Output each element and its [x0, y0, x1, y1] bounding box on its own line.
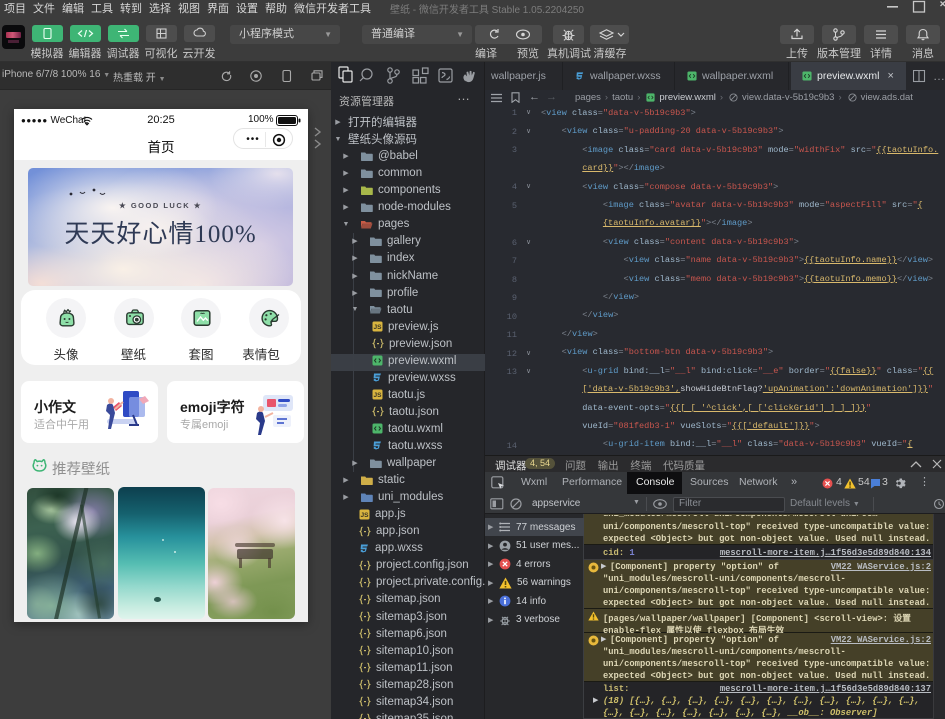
svg-text:JS: JS [374, 392, 383, 399]
svg-text:JS: JS [374, 324, 383, 331]
svg-text:JS: JS [361, 512, 370, 519]
